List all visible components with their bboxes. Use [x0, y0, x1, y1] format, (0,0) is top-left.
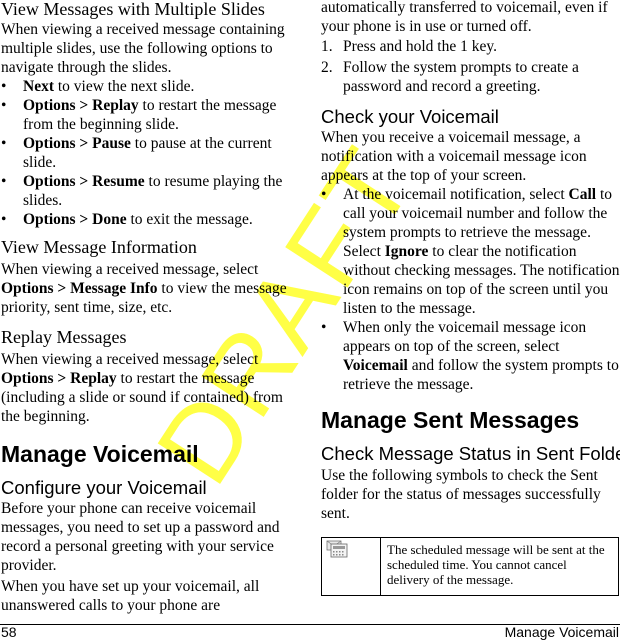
- list-item: • Options > Resume to resume playing the …: [1, 173, 283, 209]
- list-item: • Next to view the next slide.: [1, 78, 195, 95]
- heading-check-voicemail: Check your Voicemail: [321, 106, 499, 127]
- configure-paragraph-1: Before your phone can receive voicemail …: [1, 500, 280, 574]
- slide-options-list: • Next to view the next slide. • Options >…: [1, 77, 301, 229]
- check-voicemail-intro: When you receive a voicemail message, a …: [321, 129, 587, 184]
- configure-paragraph-2: When you have set up your voicemail, all…: [1, 578, 260, 614]
- list-item: 1. Press and hold the 1 key.: [321, 38, 497, 55]
- list-item: • At the voicemail notification, select C…: [321, 186, 620, 317]
- heading-replay-messages: Replay Messages: [1, 327, 127, 347]
- voicemail-continued-paragraph: automatically transferred to voicemail, …: [321, 0, 608, 35]
- heading-check-message-status: Check Message Status in Sent Folder: [321, 443, 620, 464]
- check-voicemail-list: • At the voicemail notification, select C…: [321, 185, 620, 394]
- list-item: • Options > Done to exit the message.: [1, 211, 253, 228]
- status-symbols-table: The scheduled message will be sent at th…: [321, 537, 619, 596]
- status-intro-paragraph: Use the following symbols to check the S…: [321, 467, 601, 522]
- list-item: • Options > Pause to pause at the current…: [1, 135, 272, 171]
- heading-view-message-information: View Message Information: [1, 237, 197, 257]
- heading-configure-voicemail: Configure your Voicemail: [1, 477, 207, 498]
- list-item: 2. Follow the system prompts to create a …: [321, 59, 579, 95]
- list-item: • When only the voicemail message icon ap…: [321, 319, 619, 393]
- setup-steps-list: 1. Press and hold the 1 key. 2. Follow the…: [321, 37, 620, 96]
- heading-manage-voicemail: Manage Voicemail: [1, 441, 199, 467]
- symbol-description: The scheduled message will be sent at th…: [380, 537, 619, 596]
- page-number: 58: [1, 624, 17, 640]
- list-item: • Options > Replay to restart the message…: [1, 97, 277, 133]
- message-info-paragraph: When viewing a received message, select …: [1, 261, 287, 316]
- table-row: The scheduled message will be sent at th…: [321, 537, 619, 596]
- symbol-cell: [321, 537, 381, 596]
- multiple-slides-intro: When viewing a received message containi…: [1, 21, 285, 76]
- footer-section-title: Manage Voicemail: [504, 624, 619, 640]
- heading-view-multiple-slides: View Messages with Multiple Slides: [1, 0, 265, 19]
- heading-manage-sent-messages: Manage Sent Messages: [321, 407, 580, 433]
- replay-paragraph: When viewing a received message, select …: [1, 351, 283, 425]
- scheduled-message-icon: [326, 540, 348, 558]
